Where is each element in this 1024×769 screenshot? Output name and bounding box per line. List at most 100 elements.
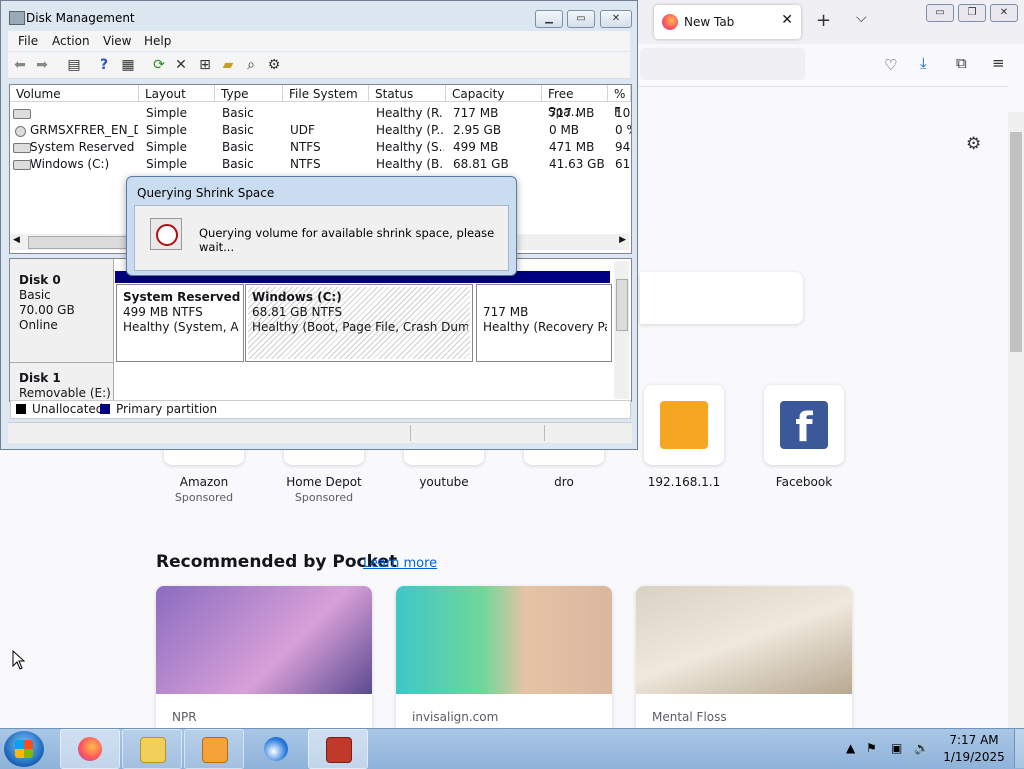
dialog-body: Querying volume for available shrink spa…: [134, 205, 509, 271]
menu-action[interactable]: Action: [52, 34, 90, 48]
cell-volume: Windows (C:): [30, 157, 110, 171]
cell-fs: NTFS: [290, 157, 321, 171]
volume-icon[interactable]: 🔊: [914, 741, 929, 755]
downloads-icon[interactable]: ⤓: [920, 54, 927, 72]
col-layout[interactable]: Layout: [139, 85, 215, 102]
clock-date[interactable]: 1/19/2025: [936, 750, 1012, 764]
col-volume[interactable]: Volume: [10, 85, 139, 102]
action-center-flag-icon[interactable]: ⚑: [866, 741, 877, 755]
col-file-system[interactable]: File System: [283, 85, 369, 102]
pocket-card[interactable]: NPR: [156, 586, 372, 736]
url-bar[interactable]: [640, 48, 805, 80]
partition-status: Healthy (Recovery Parti: [483, 320, 607, 334]
extensions-icon[interactable]: ⧉: [956, 54, 967, 72]
shortcut-router[interactable]: [644, 385, 724, 465]
help-icon[interactable]: ?: [96, 57, 112, 73]
disk1-label[interactable]: Disk 1 Removable (E:): [10, 363, 114, 402]
col-status[interactable]: Status: [369, 85, 446, 102]
disk-management-icon: [9, 11, 25, 25]
new-tab-button[interactable]: +: [816, 10, 831, 31]
pocket-icon[interactable]: ♡: [884, 56, 897, 74]
start-button[interactable]: [4, 731, 44, 767]
tab-close-icon[interactable]: ✕: [781, 12, 793, 28]
clock-icon: [150, 218, 182, 250]
cell-capacity: 499 MB: [453, 140, 499, 154]
scroll-left-icon[interactable]: ◀: [13, 235, 20, 245]
cd-drive-icon: [15, 126, 26, 137]
menu-view[interactable]: View: [103, 34, 131, 48]
show-hidden-icons[interactable]: ▲: [846, 741, 855, 755]
menu-file[interactable]: File: [18, 34, 38, 48]
show-desktop-button[interactable]: [1014, 729, 1024, 768]
taskbar-explorer[interactable]: [122, 729, 182, 769]
pocket-card[interactable]: invisalign.com: [396, 586, 612, 736]
drive-icon: [13, 109, 31, 119]
taskbar-thunderbird[interactable]: [246, 729, 306, 769]
properties-icon[interactable]: ⊞: [197, 57, 213, 73]
table-row[interactable]: Simple Basic Healthy (R... 717 MB 717 MB…: [10, 105, 631, 122]
shortcut-facebook[interactable]: f: [764, 385, 844, 465]
disk-state: Online: [19, 318, 58, 332]
col-capacity[interactable]: Capacity: [446, 85, 542, 102]
close-button[interactable]: ✕: [600, 10, 632, 28]
properties-pane-icon[interactable]: ▦: [120, 57, 136, 73]
tab-list-icon[interactable]: ⌵: [856, 10, 867, 26]
cell-volume: System Reserved: [30, 140, 135, 154]
clock-time[interactable]: 7:17 AM: [944, 733, 1004, 747]
drive-icon: [13, 160, 31, 170]
network-icon[interactable]: ▣: [891, 741, 902, 755]
taskbar-computer-management[interactable]: [308, 729, 368, 769]
menu-icon[interactable]: ≡: [992, 54, 1005, 72]
cell-layout: Simple: [146, 140, 187, 154]
console-tree-icon[interactable]: ▤: [66, 57, 82, 73]
search-box[interactable]: [640, 272, 803, 324]
firefox-icon: [78, 737, 102, 761]
back-icon[interactable]: ⬅: [12, 57, 28, 73]
taskbar-media-player[interactable]: [184, 729, 244, 769]
maximize-button[interactable]: ▭: [567, 10, 595, 28]
table-row[interactable]: Windows (C:) Simple Basic NTFS Healthy (…: [10, 156, 631, 173]
disk-kind: Removable (E:): [19, 386, 111, 400]
legend: Unallocated Primary partition: [10, 400, 631, 419]
settings-gear-icon[interactable]: ⚙: [966, 134, 981, 154]
ff-close-button[interactable]: ✕: [990, 4, 1018, 22]
col-free-space[interactable]: Free Spa...: [542, 85, 608, 119]
table-row[interactable]: GRMSXFRER_EN_D... Simple Basic UDF Healt…: [10, 122, 631, 139]
pocket-card[interactable]: Mental Floss: [636, 586, 852, 736]
ff-restore-button[interactable]: ❐: [958, 4, 986, 22]
disk0-label[interactable]: Disk 0 Basic 70.00 GB Online: [10, 259, 114, 363]
col-percent-free[interactable]: % F: [608, 85, 631, 119]
forward-icon[interactable]: ➡: [34, 57, 50, 73]
disk-name: Disk 0: [19, 273, 61, 287]
shortcut-label: Home Depot: [286, 475, 362, 489]
taskbar-firefox[interactable]: [60, 729, 120, 769]
settings-icon[interactable]: ⚙: [266, 57, 282, 73]
card-source: NPR: [172, 710, 197, 724]
delete-icon[interactable]: ✕: [173, 57, 189, 73]
shortcut-sponsored: Sponsored: [294, 491, 354, 504]
ff-minimize-button[interactable]: ▭: [926, 4, 954, 22]
tab-new-tab[interactable]: New Tab ✕: [654, 5, 801, 39]
cell-free: 0 MB: [549, 123, 580, 137]
col-type[interactable]: Type: [215, 85, 283, 102]
vertical-scrollbar[interactable]: [614, 261, 629, 399]
toolbar: ⬅ ➡ ▤ ? ▦ ⟳ ✕ ⊞ ▰ ⌕ ⚙: [8, 52, 630, 79]
disk-name: Disk 1: [19, 371, 61, 385]
disk-kind: Basic: [19, 288, 51, 302]
minimize-button[interactable]: ▁: [535, 10, 563, 28]
partition-system-reserved[interactable]: System Reserved 499 MB NTFS Healthy (Sys…: [116, 284, 244, 362]
scroll-right-icon[interactable]: ▶: [619, 235, 626, 245]
partition-recovery[interactable]: 717 MB Healthy (Recovery Parti: [476, 284, 612, 362]
cell-layout: Simple: [146, 106, 187, 120]
page-scrollbar[interactable]: [1008, 112, 1024, 728]
learn-more-link[interactable]: Learn more: [363, 556, 437, 571]
card-image: [396, 586, 612, 694]
refresh-icon[interactable]: ⟳: [151, 57, 167, 73]
cell-free: 717 MB: [549, 106, 595, 120]
menu-help[interactable]: Help: [144, 34, 171, 48]
shortcut-label: dro: [554, 475, 574, 489]
explore-icon[interactable]: ⌕: [243, 57, 259, 73]
table-row[interactable]: System Reserved Simple Basic NTFS Health…: [10, 139, 631, 156]
partition-windows-c[interactable]: Windows (C:) 68.81 GB NTFS Healthy (Boot…: [245, 284, 473, 362]
open-folder-icon[interactable]: ▰: [220, 57, 236, 73]
